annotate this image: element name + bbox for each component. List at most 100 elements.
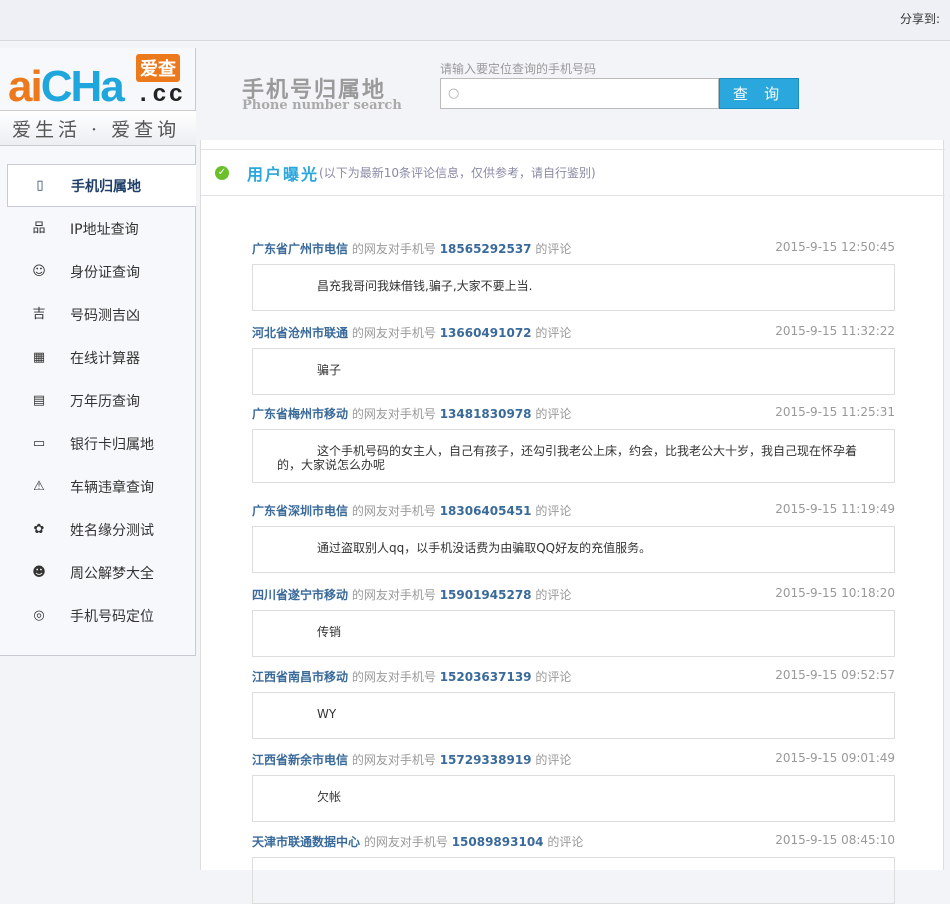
sidebar-item[interactable]: ☻ 周公解梦大全 [0,551,196,594]
comment-end: 的评论 [535,588,572,602]
flower-icon: ✿ [33,521,45,537]
sidebar-item-label: 在线计算器 [70,350,140,367]
phone-search-input[interactable] [440,78,719,109]
search-icon: ○ [448,86,460,101]
comment-end: 的评论 [535,753,572,767]
sidebar-item-label: 号码测吉凶 [70,307,140,324]
comment-body: 欠帐 [252,775,895,822]
top-bar: 分享到: [0,0,950,41]
comment-end: 的评论 [535,407,572,421]
comment-header: 河北省沧州市联通 的网友对手机号 13660491072 的评论 2015-9-1… [252,324,895,342]
comment-body: 骗子 [252,348,895,395]
section-header: ✓ 用户曝光 (以下为最新10条评论信息，仅供参考，请自行鉴别) [201,149,945,196]
comment-mid: 的网友对手机号 [351,407,436,421]
comment-location[interactable]: 江西省新余市电信 [252,753,348,767]
comment-number[interactable]: 15203637139 [440,670,532,684]
page-subtitle: Phone number search [242,98,402,113]
sidebar-item[interactable]: ✿ 姓名缘分测试 [0,508,196,551]
sidebar: aiCHa 爱查 .cc 爱生活 · 爱查询 ▯ 手机归属地品 IP地址查询 ☺ 身份证… [0,48,196,656]
comment-end: 的评论 [535,326,572,340]
slogan: 爱生活 · 爱查询 [0,110,196,146]
comment-number[interactable]: 15901945278 [440,588,532,602]
comment-location[interactable]: 河北省沧州市联通 [252,326,348,340]
locate-icon: ◎ [33,607,45,623]
comment-number[interactable]: 13481830978 [440,407,532,421]
comment-location[interactable]: 江西省南昌市移动 [252,670,348,684]
sidebar-item-label: 万年历查询 [70,393,140,410]
comment-header: 江西省南昌市移动 的网友对手机号 15203637139 的评论 2015-9-1… [252,668,895,686]
bank-card-icon: ▭ [32,435,46,451]
section-note: (以下为最新10条评论信息，仅供参考，请自行鉴别) [319,166,596,180]
comment-mid: 的网友对手机号 [351,753,436,767]
sidebar-item[interactable]: ▦ 在线计算器 [0,336,196,379]
comment-item: 天津市联通数据中心 的网友对手机号 15089893104 的评论 2015-9-… [252,833,895,904]
comment-end: 的评论 [535,504,572,518]
sidebar-item-label: 手机归属地 [71,178,141,195]
comment-mid: 的网友对手机号 [351,326,436,340]
search-button[interactable]: 查 询 [719,78,799,109]
comment-location[interactable]: 天津市联通数据中心 [252,835,360,849]
logo-domain: .cc [136,82,186,109]
sidebar-item[interactable]: ⚠ 车辆违章查询 [0,465,196,508]
comment-location[interactable]: 广东省广州市电信 [252,242,348,256]
sidebar-item-label: 周公解梦大全 [70,565,154,582]
site-logo[interactable]: aiCHa 爱查 .cc [6,54,191,111]
comment-body: WY [252,692,895,739]
user-icon: ☺ [32,263,46,279]
logo-text-orange: ai [8,62,43,111]
sidebar-item[interactable]: 吉 号码测吉凶 [0,293,196,336]
sidebar-menu: ▯ 手机归属地品 IP地址查询 ☺ 身份证查询吉 号码测吉凶 ▦ 在线计算器 ▤ 万年历查询 ▭ 银行… [0,164,196,637]
sidebar-item[interactable]: ▤ 万年历查询 [0,379,196,422]
comment-item: 江西省南昌市移动 的网友对手机号 15203637139 的评论 2015-9-1… [252,668,895,739]
comment-header: 四川省遂宁市移动 的网友对手机号 15901945278 的评论 2015-9-1… [252,586,895,604]
sidebar-item-label: 车辆违章查询 [70,479,154,496]
comment-number[interactable]: 15729338919 [440,753,532,767]
calculator-icon: ▦ [32,349,46,365]
comment-number[interactable]: 15089893104 [452,835,544,849]
comment-body: 传销 [252,610,895,657]
sidebar-item[interactable]: ☺ 身份证查询 [0,250,196,293]
comment-body: 昌充我哥问我妹借钱,骗子,大家不要上当. [252,264,895,311]
sidebar-item[interactable]: ◎ 手机号码定位 [0,594,196,637]
logo-tag: 爱查 [136,54,180,82]
sidebar-item[interactable]: ▯ 手机归属地 [7,164,196,207]
sidebar-item-label: 银行卡归属地 [70,436,154,453]
comment-item: 江西省新余市电信 的网友对手机号 15729338919 的评论 2015-9-1… [252,751,895,822]
section-title: 用户曝光 [247,164,320,184]
comment-header: 广东省广州市电信 的网友对手机号 18565292537 的评论 2015-9-1… [252,240,895,258]
comment-location[interactable]: 广东省梅州市移动 [252,407,348,421]
comment-mid: 的网友对手机号 [351,670,436,684]
comment-end: 的评论 [535,242,572,256]
comment-item: 广东省梅州市移动 的网友对手机号 13481830978 的评论 2015-9-1… [252,405,895,483]
comment-header: 江西省新余市电信 的网友对手机号 15729338919 的评论 2015-9-1… [252,751,895,769]
comment-time: 2015-9-15 09:01:49 [775,751,895,765]
calendar-icon: ▤ [32,392,46,408]
comment-number[interactable]: 18565292537 [440,242,532,256]
comment-item: 四川省遂宁市移动 的网友对手机号 15901945278 的评论 2015-9-1… [252,586,895,657]
comment-header: 广东省梅州市移动 的网友对手机号 13481830978 的评论 2015-9-1… [252,405,895,423]
comment-location[interactable]: 四川省遂宁市移动 [252,588,348,602]
comment-end: 的评论 [535,670,572,684]
comment-header: 天津市联通数据中心 的网友对手机号 15089893104 的评论 2015-9-… [252,833,895,851]
sidebar-item-label: 手机号码定位 [70,608,154,625]
lucky-icon: 吉 [32,306,46,322]
comment-time: 2015-9-15 12:50:45 [775,240,895,254]
comment-location[interactable]: 广东省深圳市电信 [252,504,348,518]
sidebar-item-label: 姓名缘分测试 [70,522,154,539]
comment-number[interactable]: 13660491072 [440,326,532,340]
comment-mid: 的网友对手机号 [363,835,448,849]
comment-mid: 的网友对手机号 [351,242,436,256]
comment-body [252,857,895,904]
comment-number[interactable]: 18306405451 [440,504,532,518]
comment-item: 河北省沧州市联通 的网友对手机号 13660491072 的评论 2015-9-1… [252,324,895,395]
dream-icon: ☻ [32,564,46,580]
comment-time: 2015-9-15 08:45:10 [775,833,895,847]
sidebar-item[interactable]: ▭ 银行卡归属地 [0,422,196,465]
share-label[interactable]: 分享到: [900,10,940,27]
comments-panel: ✓ 用户曝光 (以下为最新10条评论信息，仅供参考，请自行鉴别) 广东省广州市电… [200,140,945,904]
comment-body: 通过盗取别人qq，以手机没话费为由骗取QQ好友的充值服务。 [252,526,895,573]
sidebar-item[interactable]: 品 IP地址查询 [0,207,196,250]
logo-text-blue: CHa [40,62,125,111]
comment-body: 这个手机号码的女主人，自己有孩子，还勾引我老公上床，约会，比我老公大十岁，我自己… [252,429,895,483]
comment-time: 2015-9-15 09:52:57 [775,668,895,682]
